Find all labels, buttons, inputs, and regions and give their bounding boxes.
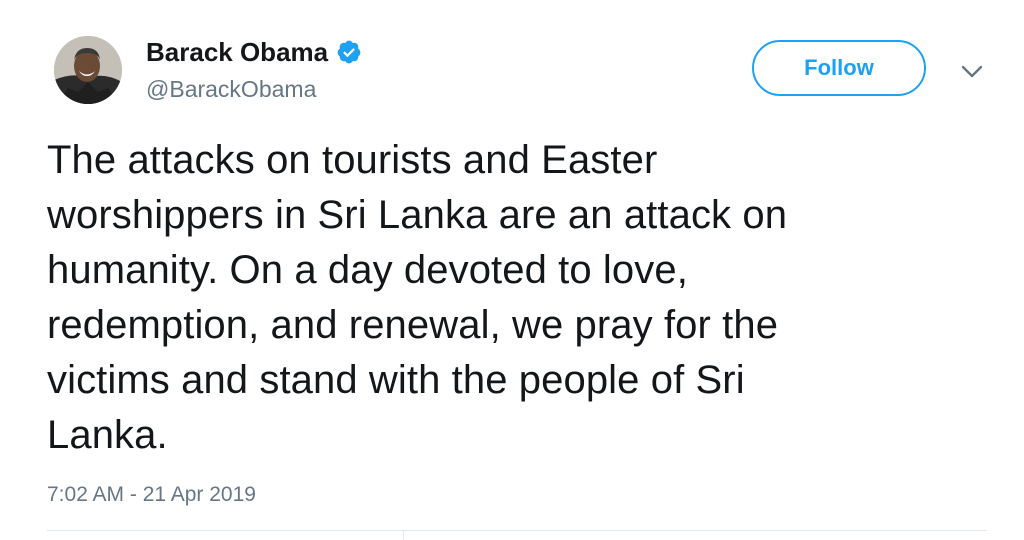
verified-badge-icon [336,39,362,65]
tweet-timestamp[interactable]: 7:02 AM - 21 Apr 2019 [47,483,256,507]
tweet-text-line: redemption, and renewal, we pray for the [47,303,779,347]
tweet-text-line: victims and stand with the people of Sri [47,358,745,402]
tweet-text: The attacks on tourists and Easter worsh… [47,133,947,463]
tweet-text-line: humanity. On a day devoted to love, [47,248,688,292]
tweet-card: Barack Obama @BarackObama Follow The att… [0,0,1024,540]
author-name[interactable]: Barack Obama [146,37,328,68]
divider [47,530,987,531]
author-handle[interactable]: @BarackObama [146,76,316,103]
tweet-text-line: The attacks on tourists and Easter [47,138,658,182]
chevron-down-icon[interactable] [958,62,986,82]
avatar-image [54,36,122,104]
tweet-text-line: Lanka. [47,413,168,457]
avatar[interactable] [54,36,122,104]
author-name-row: Barack Obama [146,34,362,70]
tweet-text-line: worshippers in Sri Lanka are an attack o… [47,193,788,237]
follow-button[interactable]: Follow [752,40,926,96]
divider-tick [403,530,404,540]
